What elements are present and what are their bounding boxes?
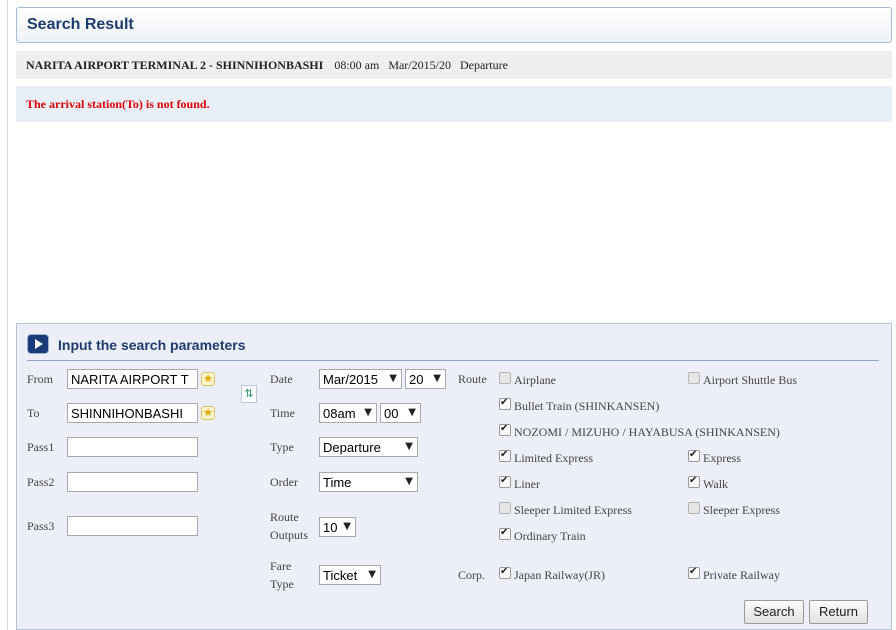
route-outputs-value: 10 xyxy=(323,520,338,535)
swap-stations-icon[interactable]: ⇅ xyxy=(241,385,257,403)
route-date: Mar/2015/20 xyxy=(388,58,451,72)
time-hour-select[interactable]: 08am ▼ xyxy=(319,403,377,423)
fare-type-label-1: Fare xyxy=(270,559,292,573)
pass3-label: Pass3 xyxy=(27,519,55,533)
nozomi-checkbox[interactable] xyxy=(499,423,511,436)
time-hour-value: 08am xyxy=(323,406,356,421)
pass2-input[interactable] xyxy=(67,472,198,492)
chevron-down-icon: ▼ xyxy=(405,476,413,487)
route-stations: NARITA AIRPORT TERMINAL 2 - SHINNIHONBAS… xyxy=(26,58,324,72)
sleeper-express-label: Sleeper Express xyxy=(703,503,780,517)
type-label: Type xyxy=(270,440,294,454)
time-minute-value: 00 xyxy=(384,406,399,421)
panel-title: Input the search parameters xyxy=(58,337,246,353)
date-month-value: Mar/2015 xyxy=(323,372,378,387)
liner-checkbox[interactable] xyxy=(499,475,511,488)
japan-railway-label: Japan Railway(JR) xyxy=(514,568,605,582)
time-label: Time xyxy=(270,406,295,420)
chevron-down-icon: ▼ xyxy=(389,373,397,384)
pass3-input[interactable] xyxy=(67,516,198,536)
chevron-down-icon: ▼ xyxy=(433,373,441,384)
route-summary: NARITA AIRPORT TERMINAL 2 - SHINNIHONBAS… xyxy=(16,51,892,79)
airport-shuttle-bus-label: Airport Shuttle Bus xyxy=(703,373,798,387)
date-day-value: 20 xyxy=(409,372,424,387)
chevron-down-icon: ▼ xyxy=(368,569,376,580)
walk-checkbox[interactable] xyxy=(688,475,700,488)
page-left-border xyxy=(7,0,8,630)
sleeper-express-checkbox[interactable] xyxy=(688,502,700,514)
japan-railway-checkbox[interactable] xyxy=(499,566,511,579)
bullet-train-checkbox[interactable] xyxy=(499,397,511,410)
chevron-down-icon: ▼ xyxy=(364,407,372,418)
airplane-label: Airplane xyxy=(514,373,556,387)
chevron-down-icon: ▼ xyxy=(342,521,351,532)
type-value: Departure xyxy=(323,440,381,455)
order-label: Order xyxy=(270,475,298,489)
pass1-input[interactable] xyxy=(67,437,198,457)
walk-label: Walk xyxy=(703,477,729,491)
chevron-down-icon: ▼ xyxy=(405,441,413,452)
play-icon xyxy=(28,335,48,353)
from-input[interactable]: NARITA AIRPORT T xyxy=(67,369,198,389)
order-select[interactable]: Time ▼ xyxy=(319,472,418,492)
route-outputs-select[interactable]: 10 ▼ xyxy=(319,517,356,537)
route-label: Route xyxy=(458,372,487,386)
return-button[interactable]: Return xyxy=(809,600,868,624)
fare-type-value: Ticket xyxy=(323,568,358,583)
page-title: Search Result xyxy=(27,16,134,33)
favorite-star-icon[interactable]: ★ xyxy=(201,372,215,386)
airplane-checkbox[interactable] xyxy=(499,372,511,384)
from-label: From xyxy=(27,372,54,386)
corp-label: Corp. xyxy=(458,568,485,582)
ordinary-train-checkbox[interactable] xyxy=(499,527,511,540)
result-header: Search Result xyxy=(16,7,892,43)
to-input[interactable]: SHINNIHONBASHI xyxy=(67,403,198,423)
date-day-select[interactable]: 20 ▼ xyxy=(405,369,446,389)
ordinary-train-label: Ordinary Train xyxy=(514,529,586,543)
pass1-label: Pass1 xyxy=(27,440,55,454)
fare-type-select[interactable]: Ticket ▼ xyxy=(319,565,381,585)
route-outputs-label-1: Route xyxy=(270,510,299,524)
order-value: Time xyxy=(323,475,352,490)
express-label: Express xyxy=(703,451,741,465)
airport-shuttle-bus-checkbox[interactable] xyxy=(688,372,700,384)
limited-express-label: Limited Express xyxy=(514,451,593,465)
fare-type-label-2: Type xyxy=(270,577,294,591)
route-time: 08:00 am xyxy=(334,58,380,72)
limited-express-checkbox[interactable] xyxy=(499,449,511,462)
express-checkbox[interactable] xyxy=(688,449,700,462)
pass2-label: Pass2 xyxy=(27,475,55,489)
route-type: Departure xyxy=(459,58,508,72)
error-message: The arrival station(To) is not found. xyxy=(16,86,892,122)
route-outputs-label-2: Outputs xyxy=(270,528,309,542)
date-month-select[interactable]: Mar/2015 ▼ xyxy=(319,369,402,389)
search-button[interactable]: Search xyxy=(744,600,804,624)
favorite-star-icon[interactable]: ★ xyxy=(201,406,215,420)
bullet-train-label: Bullet Train (SHINKANSEN) xyxy=(514,399,660,413)
date-label: Date xyxy=(270,372,293,386)
nozomi-label: NOZOMI / MIZUHO / HAYABUSA (SHINKANSEN) xyxy=(514,425,780,439)
private-railway-label: Private Railway xyxy=(703,568,780,582)
to-label: To xyxy=(27,406,40,420)
sleeper-limited-express-checkbox[interactable] xyxy=(499,502,511,514)
search-parameters-panel: Input the search parameters From NARITA … xyxy=(16,323,892,630)
type-select[interactable]: Departure ▼ xyxy=(319,437,418,457)
sleeper-limited-express-label: Sleeper Limited Express xyxy=(514,503,632,517)
liner-label: Liner xyxy=(514,477,540,491)
panel-header: Input the search parameters xyxy=(27,334,879,361)
private-railway-checkbox[interactable] xyxy=(688,566,700,579)
chevron-down-icon: ▼ xyxy=(408,407,416,418)
time-minute-select[interactable]: 00 ▼ xyxy=(380,403,421,423)
